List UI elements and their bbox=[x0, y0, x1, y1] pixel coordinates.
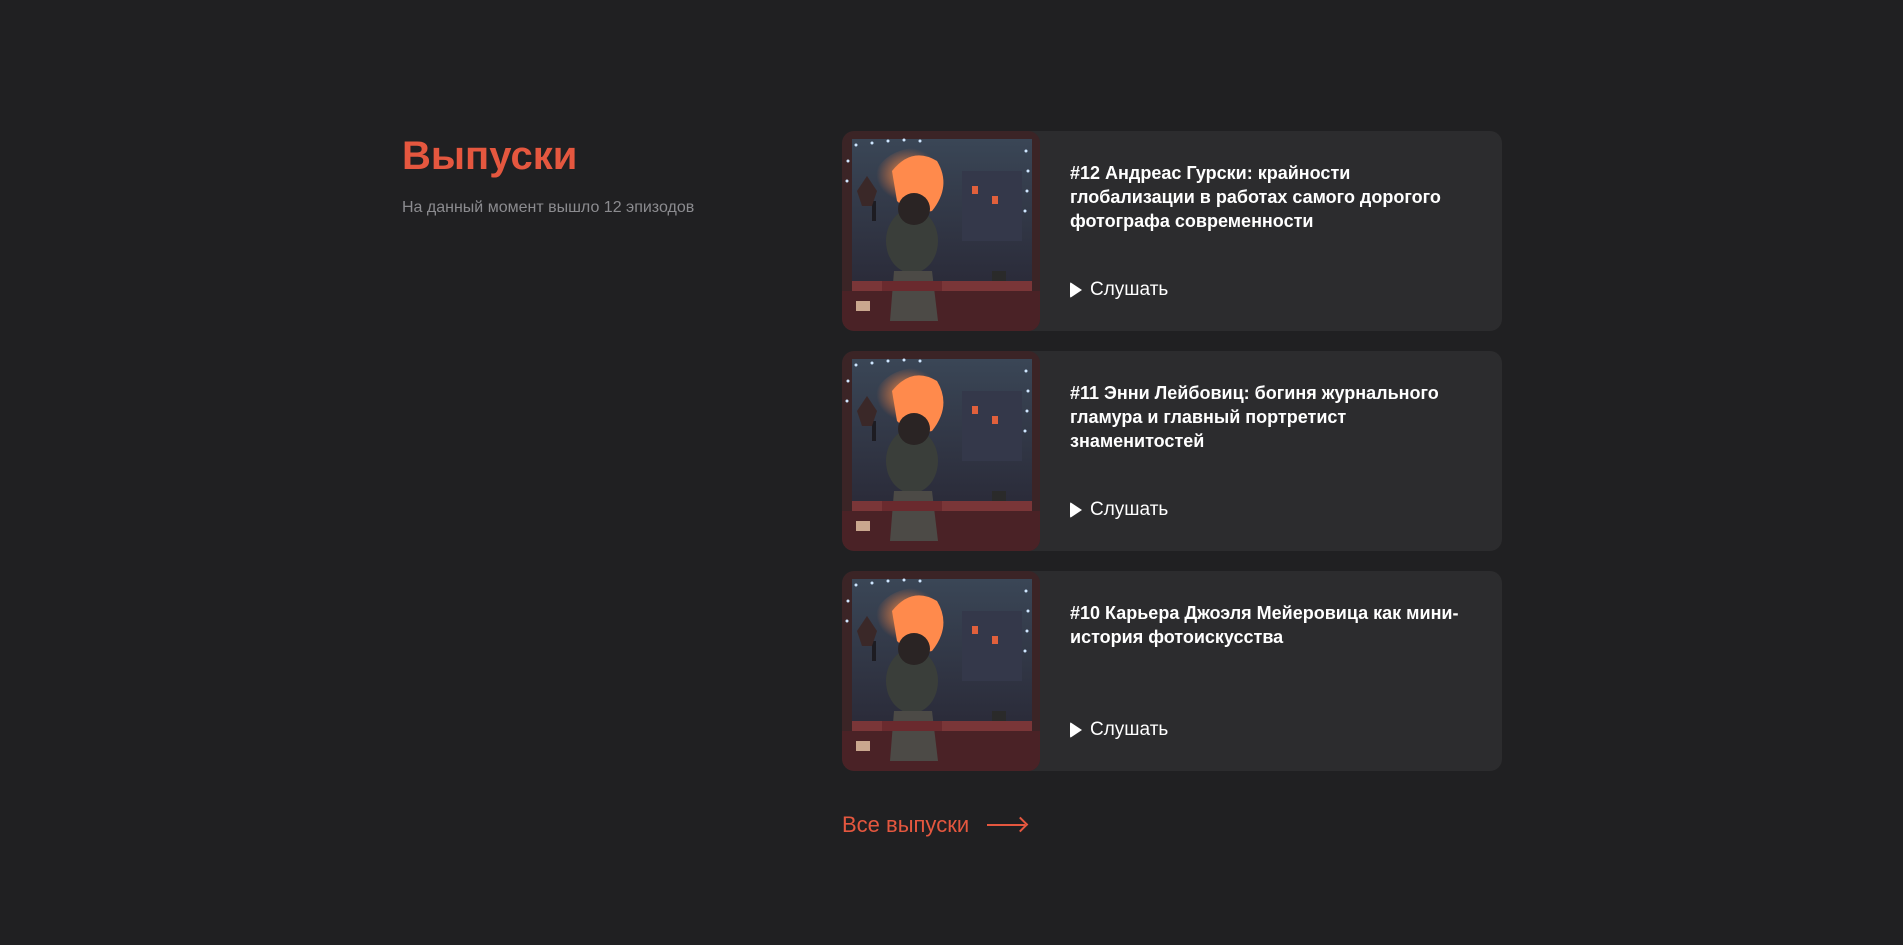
episode-list: #12 Андреас Гурски: крайности глобализац… bbox=[842, 131, 1502, 791]
listen-button[interactable]: Слушать bbox=[1070, 499, 1168, 521]
episode-card-body: #12 Андреас Гурски: крайности глобализац… bbox=[1040, 131, 1502, 331]
episode-title[interactable]: #11 Энни Лейбовиц: богиня журнального гл… bbox=[1070, 381, 1472, 453]
episodes-section: Выпуски На данный момент вышло 12 эпизод… bbox=[0, 0, 1903, 945]
episode-title[interactable]: #12 Андреас Гурски: крайности глобализац… bbox=[1070, 161, 1472, 233]
episode-card[interactable]: #12 Андреас Гурски: крайности глобализац… bbox=[842, 131, 1502, 331]
listen-label: Слушать bbox=[1090, 279, 1169, 300]
section-subtitle: На данный момент вышло 12 эпизодов bbox=[402, 199, 695, 216]
section-title: Выпуски bbox=[402, 134, 578, 178]
listen-label: Слушать bbox=[1090, 719, 1169, 740]
episode-cover-image[interactable] bbox=[842, 351, 1040, 551]
episode-card-body: #10 Карьера Джоэля Мейеровица как мини-и… bbox=[1040, 571, 1502, 771]
play-icon bbox=[1070, 722, 1082, 738]
all-episodes-link[interactable]: Все выпуски bbox=[842, 812, 1026, 838]
play-icon bbox=[1070, 502, 1082, 518]
listen-button[interactable]: Слушать bbox=[1070, 719, 1168, 741]
episode-card[interactable]: #11 Энни Лейбовиц: богиня журнального гл… bbox=[842, 351, 1502, 551]
arrow-right-icon bbox=[987, 824, 1026, 826]
listen-button[interactable]: Слушать bbox=[1070, 279, 1168, 301]
episode-card[interactable]: #10 Карьера Джоэля Мейеровица как мини-и… bbox=[842, 571, 1502, 771]
episode-cover-image[interactable] bbox=[842, 131, 1040, 331]
all-episodes-label: Все выпуски bbox=[842, 812, 970, 837]
episode-title[interactable]: #10 Карьера Джоэля Мейеровица как мини-и… bbox=[1070, 601, 1472, 649]
play-icon bbox=[1070, 282, 1082, 298]
listen-label: Слушать bbox=[1090, 499, 1169, 520]
section-intro: Выпуски На данный момент вышло 12 эпизод… bbox=[402, 132, 802, 218]
episode-card-body: #11 Энни Лейбовиц: богиня журнального гл… bbox=[1040, 351, 1502, 551]
episode-cover-image[interactable] bbox=[842, 571, 1040, 771]
